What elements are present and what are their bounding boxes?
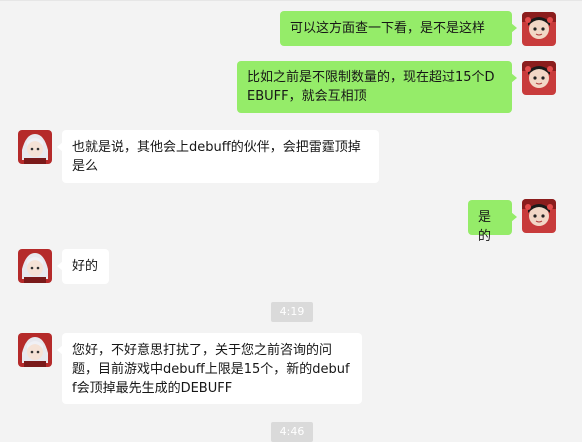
message-bubble-outgoing[interactable]: 是的 xyxy=(468,200,517,244)
agent-avatar-icon[interactable] xyxy=(18,333,52,367)
message-bubble-outgoing[interactable]: 比如之前是不限制数量的，现在超过15个DEBUFF，就会互相顶 xyxy=(237,61,517,113)
user-avatar-icon[interactable] xyxy=(522,61,556,95)
message-bubble-outgoing[interactable]: 可以这方面查一下看，是不是这样 xyxy=(280,11,517,46)
user-avatar-icon[interactable] xyxy=(522,12,556,46)
message-bubble-incoming[interactable]: 也就是说，其他会上debuff的伙伴，会把雷霆顶掉是么 xyxy=(57,130,379,183)
agent-avatar-icon[interactable] xyxy=(18,130,52,164)
top-divider xyxy=(0,0,582,1)
agent-avatar-icon[interactable] xyxy=(18,249,52,283)
timestamp: 4:46 xyxy=(271,422,313,442)
timestamp: 4:19 xyxy=(271,302,313,322)
user-avatar-icon[interactable] xyxy=(522,199,556,233)
message-bubble-incoming[interactable]: 您好，不好意思打扰了，关于您之前咨询的问题，目前游戏中debuff上限是15个，… xyxy=(57,333,362,404)
message-bubble-incoming[interactable]: 好的 xyxy=(57,249,109,284)
